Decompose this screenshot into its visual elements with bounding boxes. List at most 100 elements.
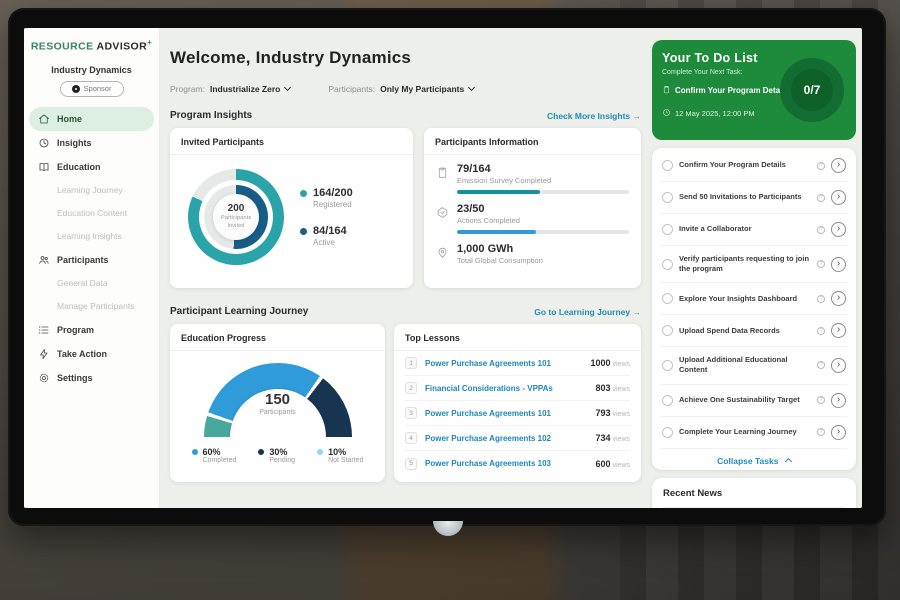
sidebar-item-general-data[interactable]: General Data [24,272,159,295]
lesson-row: 4 Power Purchase Agreements 102 734 view… [405,426,630,451]
invited-participants-body: 200 Participants Invited 164/200 Registe… [170,155,413,265]
legend-dot [258,449,264,455]
sidebar-item-learning-insights[interactable]: Learning Insights [24,225,159,248]
task-label: Upload Spend Data Records [679,326,811,336]
task-row[interactable]: Verify participants requesting to join t… [661,246,847,283]
sidebar-item-label: Education [57,162,101,172]
clipboard-icon [662,81,671,99]
sidebar-item-settings[interactable]: Settings [24,366,159,390]
legend-dot [300,228,307,235]
chevron-right-icon[interactable]: › [831,393,846,408]
section-title: Program Insights [170,110,252,121]
chevron-right-icon[interactable]: › [831,425,846,440]
app-logo: RESOURCE ADVISOR+ [24,38,159,53]
lesson-title-link[interactable]: Power Purchase Agreements 101 [425,409,588,418]
task-info-icon: ? [817,194,825,202]
sidebar-item-insights[interactable]: Insights [24,131,159,155]
dashboard-screen: RESOURCE ADVISOR+ Industry Dynamics Spon… [24,28,862,508]
chevron-right-icon[interactable]: › [831,158,846,173]
sidebar-item-home[interactable]: Home [29,107,154,131]
lesson-views-suffix: views [611,436,630,443]
task-label: Explore Your Insights Dashboard [679,294,811,304]
logo-advisor: ADVISOR [96,41,147,53]
program-filter-dropdown[interactable]: Industrialize Zero [210,84,290,94]
task-row[interactable]: Explore Your Insights Dashboard ? › [661,283,847,315]
lesson-views-suffix: views [611,462,630,469]
lesson-rank: 5 [405,458,417,470]
task-checkbox[interactable] [662,259,673,270]
sponsor-label: Sponsor [84,84,112,93]
invited-participants-card: Invited Participants 200 Participants In… [170,128,413,288]
location-pin-icon [436,246,449,259]
chevron-right-icon[interactable]: › [831,323,846,338]
stat-global-consumption: 1,000 GWh Total Global Consumption [436,243,629,265]
page-title: Welcome, Industry Dynamics [170,48,411,68]
donut-center-label: Participants Invited [213,215,259,230]
stat-value: 79/164 [457,163,629,175]
org-name: Industry Dynamics [24,65,159,75]
sidebar-item-manage-participants[interactable]: Manage Participants [24,295,159,318]
chevron-right-icon[interactable]: › [831,358,846,373]
legend-value: 30% [269,447,295,457]
task-info-icon: ? [817,260,825,268]
task-checkbox[interactable] [662,395,673,406]
program-filter-value: Industrialize Zero [210,84,280,94]
sidebar-item-education[interactable]: Education [24,155,159,179]
task-checkbox[interactable] [662,293,673,304]
task-label: Complete Your Learning Journey [679,427,811,437]
legend-label: Registered [313,200,353,209]
task-row[interactable]: Upload Additional Educational Content ? … [661,347,847,384]
task-row[interactable]: Complete Your Learning Journey ? › [661,417,847,449]
task-row[interactable]: Achieve One Sustainability Target ? › [661,385,847,417]
participants-information-body: 79/164 Emission Survey Completed 23/50 A… [424,155,641,265]
participants-filter: Participants: Only My Participants [328,84,474,94]
go-to-learning-journey-link[interactable]: Go to Learning Journey → [534,307,641,317]
task-checkbox[interactable] [662,192,673,203]
lesson-rank: 2 [405,382,417,394]
check-more-insights-link[interactable]: Check More Insights → [547,111,641,121]
task-row[interactable]: Upload Spend Data Records ? › [661,315,847,347]
sponsor-icon [72,85,80,93]
task-checkbox[interactable] [662,224,673,235]
collapse-tasks-link[interactable]: Collapse Tasks [661,449,847,470]
lesson-rank: 4 [405,432,417,444]
chevron-right-icon[interactable]: › [831,257,846,272]
chevron-right-icon[interactable]: › [831,291,846,306]
task-row[interactable]: Send 50 Invitations to Participants ? › [661,182,847,214]
task-row[interactable]: Invite a Collaborator ? › [661,214,847,246]
sidebar-item-program[interactable]: Program [24,318,159,342]
sidebar-item-education-content[interactable]: Education Content [24,202,159,225]
legend-item-not-started: 10% Not Started [317,447,363,464]
education-progress-body: 150 Participants 60% Completed 30% Pe [170,351,385,464]
logo-resource: RESOURCE [31,41,94,53]
sidebar-item-learning-journey[interactable]: Learning Journey [24,179,159,202]
task-checkbox[interactable] [662,360,673,371]
top-lessons-card: Top Lessons 1 Power Purchase Agreements … [394,324,641,482]
legend-value: 60% [203,447,237,457]
task-label: Send 50 Invitations to Participants [679,192,811,202]
chevron-right-icon[interactable]: › [831,222,846,237]
chevron-right-icon[interactable]: › [831,190,846,205]
participants-filter-dropdown[interactable]: Only My Participants [380,84,474,94]
stat-value: 23/50 [457,203,629,215]
sidebar-item-label: Insights [57,138,92,148]
sidebar-item-take-action[interactable]: Take Action [24,342,159,366]
legend-value: 164/200 [313,187,353,199]
task-info-icon: ? [817,396,825,404]
task-checkbox[interactable] [662,325,673,336]
lesson-title-link[interactable]: Power Purchase Agreements 103 [425,459,588,468]
logo-plus: + [147,38,152,47]
task-checkbox[interactable] [662,160,673,171]
task-row[interactable]: Confirm Your Program Details ? › [661,150,847,182]
lesson-title-link[interactable]: Power Purchase Agreements 102 [425,434,588,443]
lesson-views-value: 803 [596,383,611,393]
checklist-icon [436,206,449,219]
program-filter-label: Program: [170,84,205,94]
task-checkbox[interactable] [662,427,673,438]
sidebar-item-participants[interactable]: Participants [24,248,159,272]
lesson-title-link[interactable]: Financial Considerations - VPPAs [425,384,588,393]
lesson-title-link[interactable]: Power Purchase Agreements 101 [425,359,583,368]
lesson-views-suffix: views [611,411,630,418]
legend-item-pending: 30% Pending [258,447,295,464]
task-label: Invite a Collaborator [679,224,811,234]
